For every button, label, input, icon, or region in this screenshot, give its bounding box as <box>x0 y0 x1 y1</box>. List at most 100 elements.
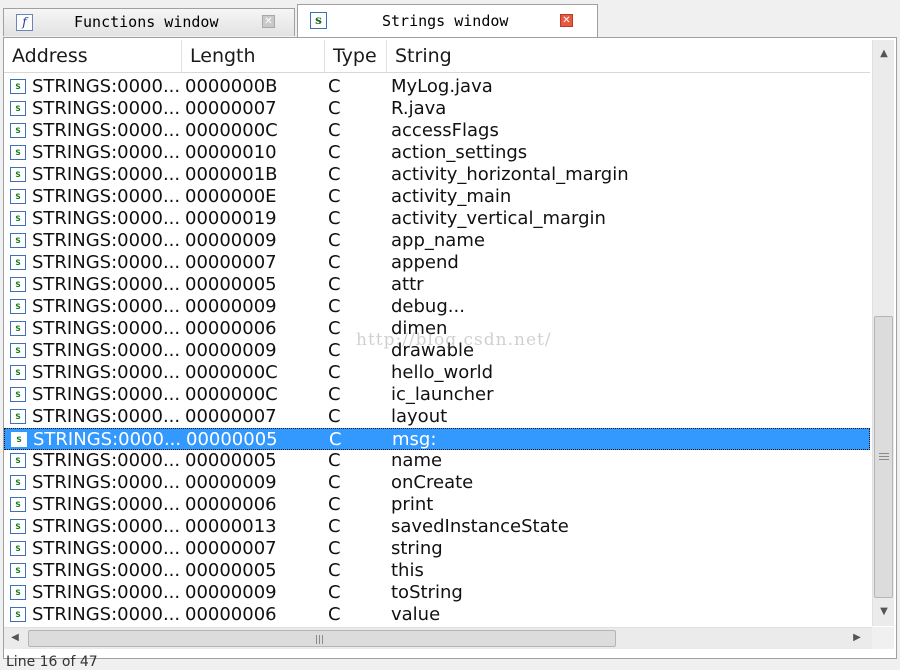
table-row[interactable]: s STRINGS:0000... 00000009 CtoString <box>4 582 870 604</box>
cell-length: 00000013 <box>185 516 277 537</box>
cell-length: 0000000C <box>185 362 278 383</box>
table-row[interactable]: s STRINGS:0000... 00000007 Clayout <box>4 406 870 428</box>
cell-type: C <box>328 538 341 559</box>
cell-address: STRINGS:0000... <box>32 560 181 581</box>
table-row[interactable]: s STRINGS:0000... 0000000C Cic_launcher <box>4 384 870 406</box>
table-row[interactable]: s STRINGS:0000... 00000007 Cappend <box>4 252 870 274</box>
cell-length: 00000006 <box>185 494 277 515</box>
table-row[interactable]: s STRINGS:0000... 00000005 Cmsg: <box>4 428 870 450</box>
cell-string: this <box>391 560 424 581</box>
table-row[interactable]: s STRINGS:0000... 00000009 Capp_name <box>4 230 870 252</box>
vertical-scroll-thumb[interactable] <box>874 316 893 598</box>
cell-address: STRINGS:0000... <box>32 98 181 119</box>
cell-type: C <box>328 252 341 273</box>
table-row[interactable]: s STRINGS:0000... 0000000E Cactivity_main <box>4 186 870 208</box>
cell-type: C <box>328 560 341 581</box>
string-item-icon: s <box>10 541 26 556</box>
cell-type: C <box>328 494 341 515</box>
cell-string: MyLog.java <box>391 76 493 97</box>
table-header: Address Length Type String <box>4 40 870 73</box>
table-row[interactable]: s STRINGS:0000... 00000013 CsavedInstanceSt… <box>4 516 870 538</box>
cell-string: append <box>391 252 459 273</box>
string-item-icon: s <box>10 233 26 248</box>
cell-address: STRINGS:0000... <box>32 252 181 273</box>
string-item-icon: s <box>10 563 26 578</box>
table-row[interactable]: s STRINGS:0000... 0000000C CaccessFlags <box>4 120 870 142</box>
string-item-icon: s <box>10 409 26 424</box>
cell-length: 00000009 <box>185 340 277 361</box>
cell-type: C <box>328 230 341 251</box>
column-header-string[interactable]: String <box>387 40 870 72</box>
cell-address: STRINGS:0000... <box>32 494 181 515</box>
tab-functions-window[interactable]: f Functions window ✕ <box>3 8 295 36</box>
grip-line <box>879 459 889 460</box>
cell-type: C <box>328 472 341 493</box>
cell-type: C <box>328 274 341 295</box>
cell-address: STRINGS:0000... <box>32 472 181 493</box>
scroll-down-arrow-icon[interactable]: ▼ <box>873 606 895 617</box>
table-row[interactable]: s STRINGS:0000... 00000005 Cthis <box>4 560 870 582</box>
column-header-type[interactable]: Type <box>325 40 387 72</box>
table-row[interactable]: s STRINGS:0000... 0000001B Cactivity_horizo… <box>4 164 870 186</box>
cell-string: activity_horizontal_margin <box>391 164 629 185</box>
string-item-icon: s <box>10 145 26 160</box>
cell-address: STRINGS:0000... <box>32 164 181 185</box>
cell-string: string <box>391 538 443 559</box>
tab-bar: f Functions window ✕ s Strings window ✕ <box>0 0 900 37</box>
tab-strings-window[interactable]: s Strings window ✕ <box>297 4 598 37</box>
table-row[interactable]: s STRINGS:0000... 00000005 Cname <box>4 450 870 472</box>
table-row[interactable]: s STRINGS:0000... 00000009 Cdebug... <box>4 296 870 318</box>
cell-address: STRINGS:0000... <box>32 296 181 317</box>
table-row[interactable]: s STRINGS:0000... 00000010 Caction_settings <box>4 142 870 164</box>
string-item-icon: s <box>11 432 27 447</box>
cell-length: 00000010 <box>185 142 277 163</box>
scroll-left-arrow-icon[interactable]: ◀ <box>4 632 26 643</box>
column-header-address[interactable]: Address <box>4 40 182 72</box>
table-row[interactable]: s STRINGS:0000... 0000000C Chello_world <box>4 362 870 384</box>
table-row[interactable]: s STRINGS:0000... 0000000B C MyLog.java <box>4 76 870 98</box>
cell-type: C <box>328 318 341 339</box>
cell-address: STRINGS:0000... <box>32 582 181 603</box>
string-item-icon: s <box>10 387 26 402</box>
cell-length: 00000019 <box>185 208 277 229</box>
cell-type: C <box>328 208 341 229</box>
string-item-icon: s <box>10 277 26 292</box>
table-row[interactable]: s STRINGS:0000... 00000019 Cactivity_vertic… <box>4 208 870 230</box>
cell-string: debug... <box>391 296 465 317</box>
column-header-length[interactable]: Length <box>182 40 325 72</box>
string-icon: s <box>310 12 327 29</box>
table-row[interactable]: s STRINGS:0000... 00000009 ConCreate <box>4 472 870 494</box>
tab-label: Strings window <box>382 12 509 30</box>
string-item-icon: s <box>10 453 26 468</box>
string-item-icon: s <box>10 343 26 358</box>
table-row[interactable]: s STRINGS:0000... 00000007 C R.java <box>4 98 870 120</box>
table-row[interactable]: s STRINGS:0000... 00000006 Cvalue <box>4 604 870 626</box>
table-row[interactable]: s STRINGS:0000... 00000007 Cstring <box>4 538 870 560</box>
cell-type: C <box>328 142 341 163</box>
cell-length: 0000000C <box>185 384 278 405</box>
close-icon[interactable]: ✕ <box>560 14 573 27</box>
cell-length: 00000009 <box>185 296 277 317</box>
horizontal-scrollbar[interactable]: ◀ ▶ <box>4 627 872 649</box>
scroll-right-arrow-icon[interactable]: ▶ <box>846 632 868 643</box>
string-item-icon: s <box>10 101 26 116</box>
string-item-icon: s <box>10 519 26 534</box>
cell-length: 00000009 <box>185 230 277 251</box>
scroll-up-arrow-icon[interactable]: ▲ <box>873 48 895 59</box>
cell-type: C <box>328 98 341 119</box>
horizontal-scroll-thumb[interactable] <box>28 630 616 647</box>
cell-length: 0000001B <box>185 164 278 185</box>
grip-line <box>879 453 889 454</box>
close-icon[interactable]: ✕ <box>262 15 275 28</box>
cell-string: toString <box>391 582 463 603</box>
table-row[interactable]: s STRINGS:0000... 00000005 Cattr <box>4 274 870 296</box>
cell-type: C <box>328 186 341 207</box>
tab-label: Functions window <box>74 13 219 31</box>
table-row[interactable]: s STRINGS:0000... 00000006 Cprint <box>4 494 870 516</box>
string-item-icon: s <box>10 321 26 336</box>
grip-line <box>316 635 317 644</box>
vertical-scrollbar[interactable]: ▲ ▼ <box>872 40 894 626</box>
cell-string: activity_main <box>391 186 512 207</box>
cell-length: 0000000B <box>185 76 278 97</box>
cell-type: C <box>328 516 341 537</box>
